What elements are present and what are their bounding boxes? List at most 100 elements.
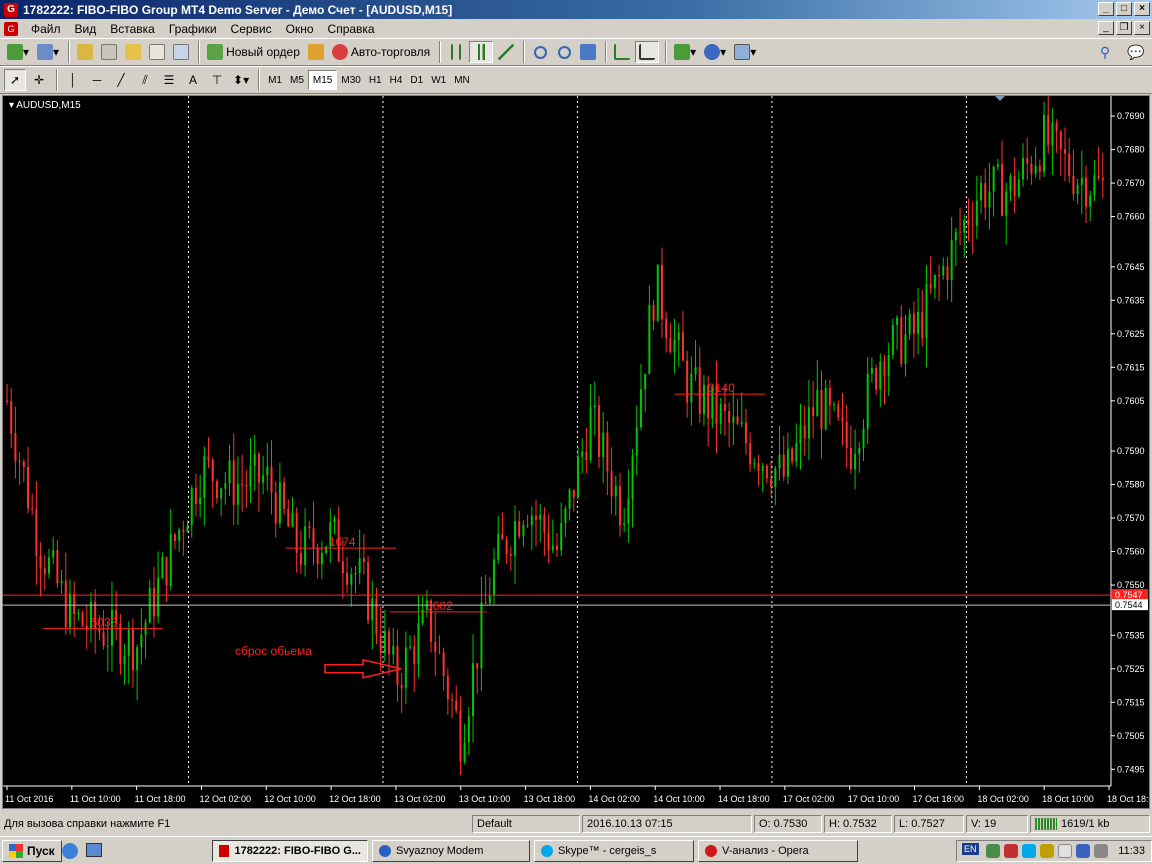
title-bar: G 1782222: FIBO-FIBO Group MT4 Demo Serv…: [0, 0, 1152, 19]
tray-msg-icon[interactable]: [1058, 844, 1073, 858]
child-restore-button[interactable]: ❐: [1116, 21, 1132, 35]
chart-window[interactable]: ▾ AUDUSD,M15 0.7690 0.7680 0.7670 0.7660 0.7…: [2, 95, 1150, 809]
candle-body: [522, 524, 525, 537]
indicators-button[interactable]: ▾: [671, 41, 699, 63]
close-button[interactable]: ×: [1134, 2, 1150, 16]
tray-av-icon[interactable]: [1004, 844, 1019, 858]
tile-windows-button[interactable]: [577, 41, 599, 63]
tf-h4[interactable]: H4: [386, 70, 407, 90]
child-minimize-button[interactable]: _: [1098, 21, 1114, 35]
text-label-button[interactable]: ⊤: [206, 69, 228, 91]
tray-modem-icon[interactable]: [1076, 844, 1091, 858]
line-chart-button[interactable]: [495, 41, 517, 63]
maximize-button[interactable]: □: [1116, 2, 1132, 16]
tray-network-icon[interactable]: [986, 844, 1001, 858]
candle-body: [702, 384, 705, 414]
candle-body: [908, 313, 911, 335]
menu-file[interactable]: Файл: [24, 22, 68, 36]
start-button[interactable]: Пуск: [2, 839, 62, 862]
menu-window[interactable]: Окно: [279, 22, 321, 36]
menu-tools[interactable]: Сервис: [224, 22, 279, 36]
menu-charts[interactable]: Графики: [162, 22, 224, 36]
autoscroll-button[interactable]: [635, 41, 660, 63]
navigator-button[interactable]: [98, 41, 120, 63]
new-chart-icon: [7, 44, 23, 60]
zoom-out-button[interactable]: [553, 41, 575, 63]
tf-mn[interactable]: MN: [450, 70, 474, 90]
tf-m1[interactable]: M1: [264, 70, 286, 90]
tf-h1[interactable]: H1: [365, 70, 386, 90]
candle-body: [593, 405, 596, 408]
candle-body: [648, 305, 651, 374]
document-icon[interactable]: G: [4, 21, 18, 36]
candle-body: [644, 373, 647, 390]
tf-m30[interactable]: M30: [337, 70, 364, 90]
candle-body: [971, 225, 974, 227]
vertical-line-icon: │: [69, 73, 77, 87]
new-order-button[interactable]: Новый ордер: [204, 41, 303, 63]
periods-button[interactable]: ▾: [701, 41, 729, 63]
trendline-button[interactable]: ╱: [110, 69, 132, 91]
ie-icon[interactable]: [62, 843, 78, 859]
candle-body: [627, 498, 630, 524]
templates-button[interactable]: ▾: [731, 41, 759, 63]
child-close-button[interactable]: ×: [1134, 21, 1150, 35]
terminal-button[interactable]: [146, 41, 168, 63]
candle-body: [207, 456, 210, 460]
candle-body: [228, 460, 231, 484]
menu-view[interactable]: Вид: [68, 22, 104, 36]
zoom-in-button[interactable]: [529, 41, 551, 63]
data-window-button[interactable]: [122, 41, 144, 63]
auto-trading-button[interactable]: Авто-торговля: [329, 41, 433, 63]
menu-insert[interactable]: Вставка: [103, 22, 162, 36]
candle-body: [912, 313, 915, 334]
candle-body: [564, 508, 567, 524]
cursor-button[interactable]: ➚: [4, 69, 26, 91]
profiles-button[interactable]: ▾: [34, 41, 62, 63]
vertical-line-button[interactable]: │: [62, 69, 84, 91]
chat-button[interactable]: 💬: [1124, 41, 1147, 63]
crosshair-button[interactable]: ✛: [28, 69, 50, 91]
new-chart-button[interactable]: ▾: [4, 41, 32, 63]
tf-m5[interactable]: M5: [286, 70, 308, 90]
candle-body: [560, 523, 563, 551]
tf-m15[interactable]: M15: [307, 70, 338, 90]
menu-help[interactable]: Справка: [321, 22, 382, 36]
tray-volume-icon[interactable]: [1040, 844, 1055, 858]
candlestick-button[interactable]: [469, 41, 494, 63]
taskbar-app-mt4[interactable]: 1782222: FIBO-FIBO G...: [212, 840, 368, 862]
bar-chart-button[interactable]: [445, 41, 467, 63]
minimize-button[interactable]: _: [1098, 2, 1114, 16]
fibo-button[interactable]: ☰: [158, 69, 180, 91]
candle-body: [375, 598, 378, 635]
taskbar-app-opera[interactable]: V-анализ - Opera: [698, 840, 858, 862]
market-watch-icon: [77, 44, 94, 60]
tray-skype-icon[interactable]: [1022, 844, 1037, 858]
tf-w1[interactable]: W1: [427, 70, 450, 90]
candle-body: [1076, 184, 1079, 195]
arrows-button[interactable]: ⬍ ▾: [230, 69, 252, 91]
text-button[interactable]: A: [182, 69, 204, 91]
price-tick-label: 0.7680: [1117, 145, 1145, 155]
candle-body: [1038, 165, 1041, 172]
tray-sound-icon[interactable]: [1094, 844, 1109, 858]
fibo-icon: ☰: [163, 73, 175, 87]
channel-button[interactable]: ⫽: [134, 69, 156, 91]
candle-body: [807, 407, 810, 439]
language-indicator[interactable]: EN: [962, 843, 979, 855]
metaeditor-button[interactable]: [305, 41, 327, 63]
taskbar-app-skype[interactable]: Skype™ - cergeis_s: [534, 840, 694, 862]
price-chart[interactable]: 0.7690 0.7680 0.7670 0.7660 0.7645 0.7635 0.76…: [3, 96, 1149, 808]
search-button[interactable]: ⚲: [1094, 41, 1116, 63]
tf-d1[interactable]: D1: [406, 70, 427, 90]
candle-body: [455, 700, 458, 711]
taskbar-app-modem[interactable]: Svyaznoy Modem: [372, 840, 530, 862]
chart-shift-button[interactable]: [611, 41, 633, 63]
horizontal-line-button[interactable]: ─: [86, 69, 108, 91]
candle-body: [514, 521, 517, 556]
candle-body: [551, 545, 554, 551]
candle-body: [677, 332, 680, 341]
market-watch-button[interactable]: [74, 41, 96, 63]
tester-button[interactable]: [170, 41, 192, 63]
show-desktop-icon[interactable]: [86, 843, 102, 857]
